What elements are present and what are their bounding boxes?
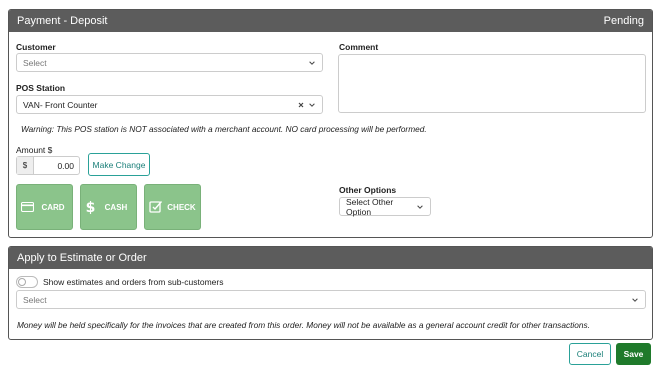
customer-select-value: Select bbox=[23, 57, 47, 68]
chevron-down-icon bbox=[417, 204, 423, 209]
estimate-order-select-value: Select bbox=[23, 294, 47, 305]
toggle-knob bbox=[18, 278, 26, 286]
status-label: Pending bbox=[603, 15, 644, 27]
comment-label: Comment bbox=[339, 42, 379, 52]
save-button[interactable]: Save bbox=[616, 343, 651, 365]
svg-text:$: $ bbox=[86, 200, 96, 215]
card-button[interactable]: CARD bbox=[16, 184, 73, 230]
sub-customers-toggle[interactable] bbox=[16, 276, 38, 288]
check-edit-icon bbox=[149, 201, 163, 213]
payment-deposit-panel: Payment - Deposit Pending Customer Selec… bbox=[8, 9, 653, 238]
comment-textarea[interactable] bbox=[338, 54, 646, 113]
chevron-down-icon bbox=[632, 297, 638, 302]
card-button-label: CARD bbox=[41, 202, 65, 212]
check-button[interactable]: CHECK bbox=[144, 184, 201, 230]
estimate-order-select[interactable]: Select bbox=[16, 290, 646, 309]
hold-money-note: Money will be held specifically for the … bbox=[17, 320, 590, 330]
pos-station-select[interactable]: VAN- Front Counter bbox=[16, 95, 323, 114]
pos-station-label: POS Station bbox=[16, 83, 66, 93]
pos-station-value: VAN- Front Counter bbox=[23, 99, 98, 110]
cash-button[interactable]: $ CASH bbox=[80, 184, 137, 230]
sub-customers-toggle-label: Show estimates and orders from sub-custo… bbox=[43, 277, 224, 287]
panel-title: Payment - Deposit bbox=[17, 15, 108, 27]
other-options-label: Other Options bbox=[339, 185, 397, 195]
payment-deposit-header: Payment - Deposit Pending bbox=[9, 10, 652, 32]
chevron-down-icon bbox=[309, 102, 315, 107]
sub-customers-toggle-row: Show estimates and orders from sub-custo… bbox=[16, 276, 223, 288]
apply-estimate-header: Apply to Estimate or Order bbox=[9, 247, 652, 269]
amount-value: 0.00 bbox=[57, 160, 74, 171]
cancel-button[interactable]: Cancel bbox=[569, 343, 611, 365]
customer-label: Customer bbox=[16, 42, 56, 52]
chevron-down-icon bbox=[309, 60, 315, 65]
currency-prefix: $ bbox=[17, 157, 34, 174]
dollar-icon: $ bbox=[86, 200, 96, 215]
card-icon bbox=[21, 202, 34, 212]
apply-estimate-panel: Apply to Estimate or Order Show estimate… bbox=[8, 246, 653, 340]
cash-button-label: CASH bbox=[104, 202, 128, 212]
amount-label: Amount $ bbox=[16, 145, 53, 155]
panel-title: Apply to Estimate or Order bbox=[17, 252, 147, 264]
amount-input[interactable]: $ 0.00 bbox=[16, 156, 80, 175]
make-change-button[interactable]: Make Change bbox=[88, 153, 150, 176]
check-button-label: CHECK bbox=[167, 202, 196, 212]
merchant-warning: Warning: This POS station is NOT associa… bbox=[21, 124, 427, 134]
other-options-value: Select Other Option bbox=[346, 196, 394, 217]
customer-select[interactable]: Select bbox=[16, 53, 323, 72]
other-options-select[interactable]: Select Other Option bbox=[339, 196, 431, 217]
clear-icon[interactable] bbox=[297, 101, 305, 109]
